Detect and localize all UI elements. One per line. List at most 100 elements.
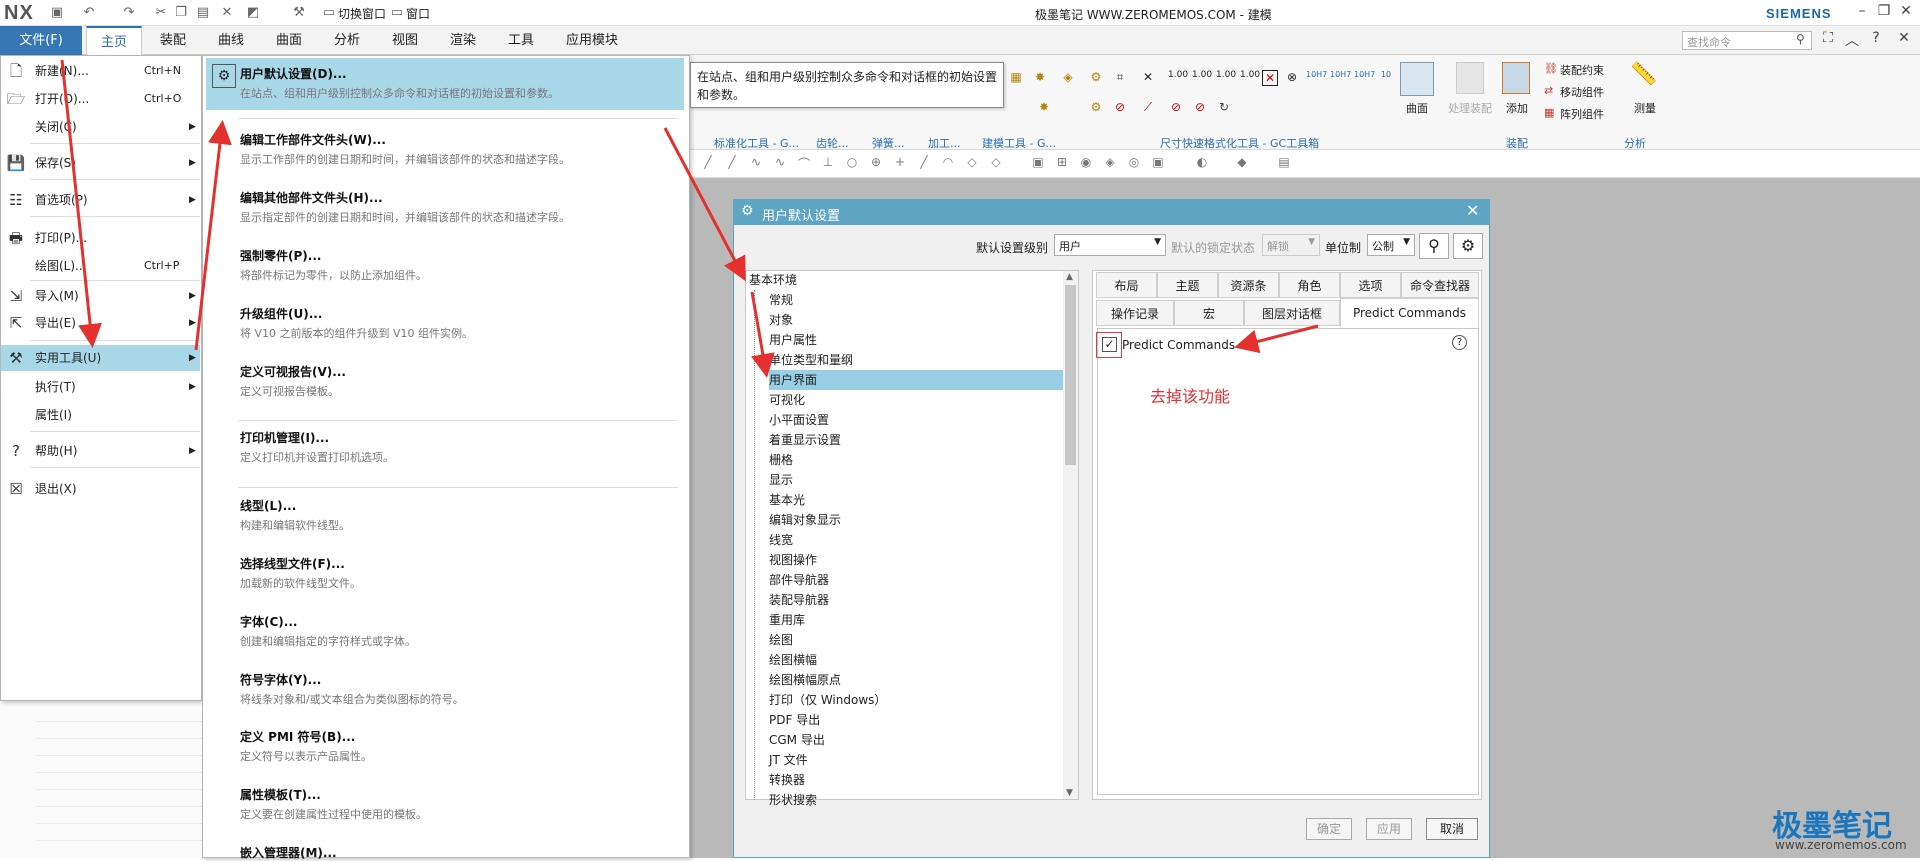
tab-resource-bar[interactable]: 资源条	[1218, 272, 1279, 298]
help-icon[interactable]: ?	[1452, 335, 1467, 350]
fit-icon[interactable]: 10H7	[1330, 70, 1351, 86]
tab-options[interactable]: 选项	[1340, 272, 1401, 298]
menu-item-import[interactable]: ⇲ 导入(M) ▶	[1, 283, 200, 309]
line-icon[interactable]: ╱	[724, 155, 740, 171]
tree-item[interactable]: 栅格	[769, 450, 1063, 470]
tree-item[interactable]: 装配导航器	[769, 590, 1063, 610]
help-icon[interactable]: ?	[1866, 30, 1886, 50]
submenu-item-symbol-fonts[interactable]: 符号字体(Y)... 将线条对象和/或文本组合为类似图标的符号。	[206, 664, 684, 716]
tab-curve[interactable]: 曲线	[204, 26, 258, 55]
menu-item-export[interactable]: ⇱ 导出(E) ▶	[1, 310, 200, 336]
tree-item[interactable]: 常规	[769, 290, 1063, 310]
command-search-input[interactable]: 查找命令	[1682, 31, 1812, 50]
filter-icon[interactable]: ▣	[1030, 155, 1046, 171]
assembly-constraint-button[interactable]: 装配约束	[1560, 62, 1604, 78]
tab-analysis[interactable]: 分析	[320, 26, 374, 55]
menu-item-close[interactable]: 关闭(C) ▶	[1, 114, 200, 140]
predict-commands-checkbox[interactable]: ✓	[1102, 337, 1117, 352]
render-style-icon[interactable]: ◐	[1194, 155, 1210, 171]
tolerance-icon[interactable]: 1.00	[1216, 70, 1236, 86]
spline-icon[interactable]: ∿	[772, 155, 788, 171]
file-menu-button[interactable]: 文件(F)	[0, 26, 82, 55]
point-icon[interactable]: ⊥	[820, 155, 836, 171]
tab-assembly[interactable]: 装配	[146, 26, 200, 55]
submenu-item-embedded-manager[interactable]: 嵌入管理器(M)...	[206, 837, 684, 860]
layer-icon[interactable]: ▤	[1276, 155, 1292, 171]
switch-window-button[interactable]: 切换窗口	[338, 5, 386, 22]
center-icon[interactable]: ⊕	[868, 155, 884, 171]
window-menu-button[interactable]: 窗口	[406, 5, 430, 22]
tab-macro[interactable]: 宏	[1174, 300, 1244, 326]
menu-item-save[interactable]: 💾 保存(S) ▶	[1, 150, 200, 176]
add-component-icon[interactable]	[1502, 62, 1530, 94]
tree-item[interactable]: 绘图	[769, 630, 1063, 650]
close-icon[interactable]: ✕	[1466, 201, 1479, 220]
submenu-item-visual-reports[interactable]: 定义可视报告(V)... 定义可视报告模板。	[206, 356, 684, 408]
cube-icon[interactable]: ◆	[1234, 155, 1250, 171]
submenu-item-fonts[interactable]: 字体(C)... 创建和编辑指定的字符样式或字体。	[206, 606, 684, 658]
gc-tool-icon[interactable]: ✸	[1036, 100, 1052, 116]
gc-tool-icon[interactable]: ✕	[1262, 70, 1278, 86]
group-label[interactable]: 齿轮...	[816, 135, 849, 151]
spline-icon[interactable]: ∿	[748, 155, 764, 171]
tree-item[interactable]: 转换器	[769, 770, 1063, 790]
menu-item-print[interactable]: 🖶 打印(P)...	[1, 225, 200, 251]
group-label[interactable]: 分析	[1624, 135, 1646, 151]
find-defaults-button[interactable]: ⚲	[1419, 233, 1449, 259]
submenu-item-attribute-templates[interactable]: 属性模板(T)... 定义要在创建属性过程中使用的模板。	[206, 779, 684, 831]
tab-tools[interactable]: 工具	[494, 26, 548, 55]
surface-button[interactable]: 曲面	[1406, 100, 1428, 116]
gc-tool-icon[interactable]: ⟋	[1140, 100, 1156, 116]
tree-item[interactable]: 部件导航器	[769, 570, 1063, 590]
scroll-down-icon[interactable]: ▼	[1066, 788, 1073, 798]
tree-item[interactable]: 重用库	[769, 610, 1063, 630]
snap-icon[interactable]: ◇	[964, 155, 980, 171]
predict-commands-label[interactable]: Predict Commands	[1122, 338, 1235, 352]
menu-item-open[interactable]: 🗁 打开(O)... Ctrl+O	[1, 86, 200, 112]
submenu-item-customer-defaults[interactable]: ⚙ 用户默认设置(D)... 在站点、组和用户级别控制众多命令和对话框的初始设置和参…	[206, 58, 684, 110]
circle-icon[interactable]: ○	[844, 155, 860, 171]
tab-predict-commands[interactable]: Predict Commands	[1340, 298, 1479, 328]
gc-tool-icon[interactable]: ↻	[1216, 100, 1232, 116]
constraint-icon[interactable]: ⛓	[1544, 62, 1558, 75]
tree-item[interactable]: 基本光	[769, 490, 1063, 510]
delete-icon[interactable]: ✕	[218, 5, 236, 21]
tab-journal[interactable]: 操作记录	[1096, 300, 1174, 326]
filter-icon[interactable]: ⊞	[1054, 155, 1070, 171]
gc-tool-icon[interactable]: ⚙	[1088, 70, 1104, 86]
tree-item[interactable]: JT 文件	[769, 750, 1063, 770]
tab-applications[interactable]: 应用模块	[552, 26, 632, 55]
filter-icon[interactable]: ◉	[1078, 155, 1094, 171]
fit-view-icon[interactable]: ▣	[1150, 155, 1166, 171]
gc-tool-icon[interactable]: ⊗	[1284, 70, 1300, 86]
group-label[interactable]: 标准化工具 - G...	[714, 135, 799, 151]
tab-layout[interactable]: 布局	[1096, 272, 1157, 298]
tab-theme[interactable]: 主题	[1157, 272, 1218, 298]
fit-icon[interactable]: 10H7	[1354, 70, 1375, 86]
pattern-component-button[interactable]: 阵列组件	[1560, 106, 1604, 122]
tab-render[interactable]: 渲染	[436, 26, 490, 55]
tree-scrollbar-thumb[interactable]	[1065, 285, 1076, 465]
window-icon[interactable]: ▭	[388, 5, 406, 21]
menu-item-properties[interactable]: 属性(I)	[1, 402, 200, 428]
tab-home[interactable]: 主页	[86, 26, 142, 55]
menu-item-help[interactable]: ? 帮助(H) ▶	[1, 438, 200, 464]
tab-roles[interactable]: 角色	[1279, 272, 1340, 298]
fit-icon[interactable]: 10	[1378, 70, 1394, 86]
tree-root-basic-environment[interactable]: 基本环境	[749, 270, 1043, 290]
redo-icon[interactable]: ↷	[120, 5, 138, 21]
measure-icon[interactable]: 📏	[1630, 62, 1657, 87]
arc-icon[interactable]: ◠	[940, 155, 956, 171]
move-component-button[interactable]: 移动组件	[1560, 84, 1604, 100]
tree-item[interactable]: 着重显示设置	[769, 430, 1063, 450]
defaults-level-select[interactable]: 用户 ▼	[1054, 234, 1166, 256]
tree-item[interactable]: 打印（仅 Windows）	[769, 690, 1063, 710]
restore-icon[interactable]: ❐	[1874, 3, 1894, 23]
gc-tool-icon[interactable]: ◈	[1060, 70, 1076, 86]
dialog-header[interactable]	[733, 199, 1490, 225]
add-component-button[interactable]: 添加	[1506, 100, 1528, 116]
menu-item-preferences[interactable]: ☷ 首选项(P) ▶	[1, 187, 200, 213]
gc-tool-icon[interactable]: ✸	[1032, 70, 1048, 86]
measure-button[interactable]: 测量	[1634, 100, 1656, 116]
tree-item[interactable]: 绘图横幅	[769, 650, 1063, 670]
